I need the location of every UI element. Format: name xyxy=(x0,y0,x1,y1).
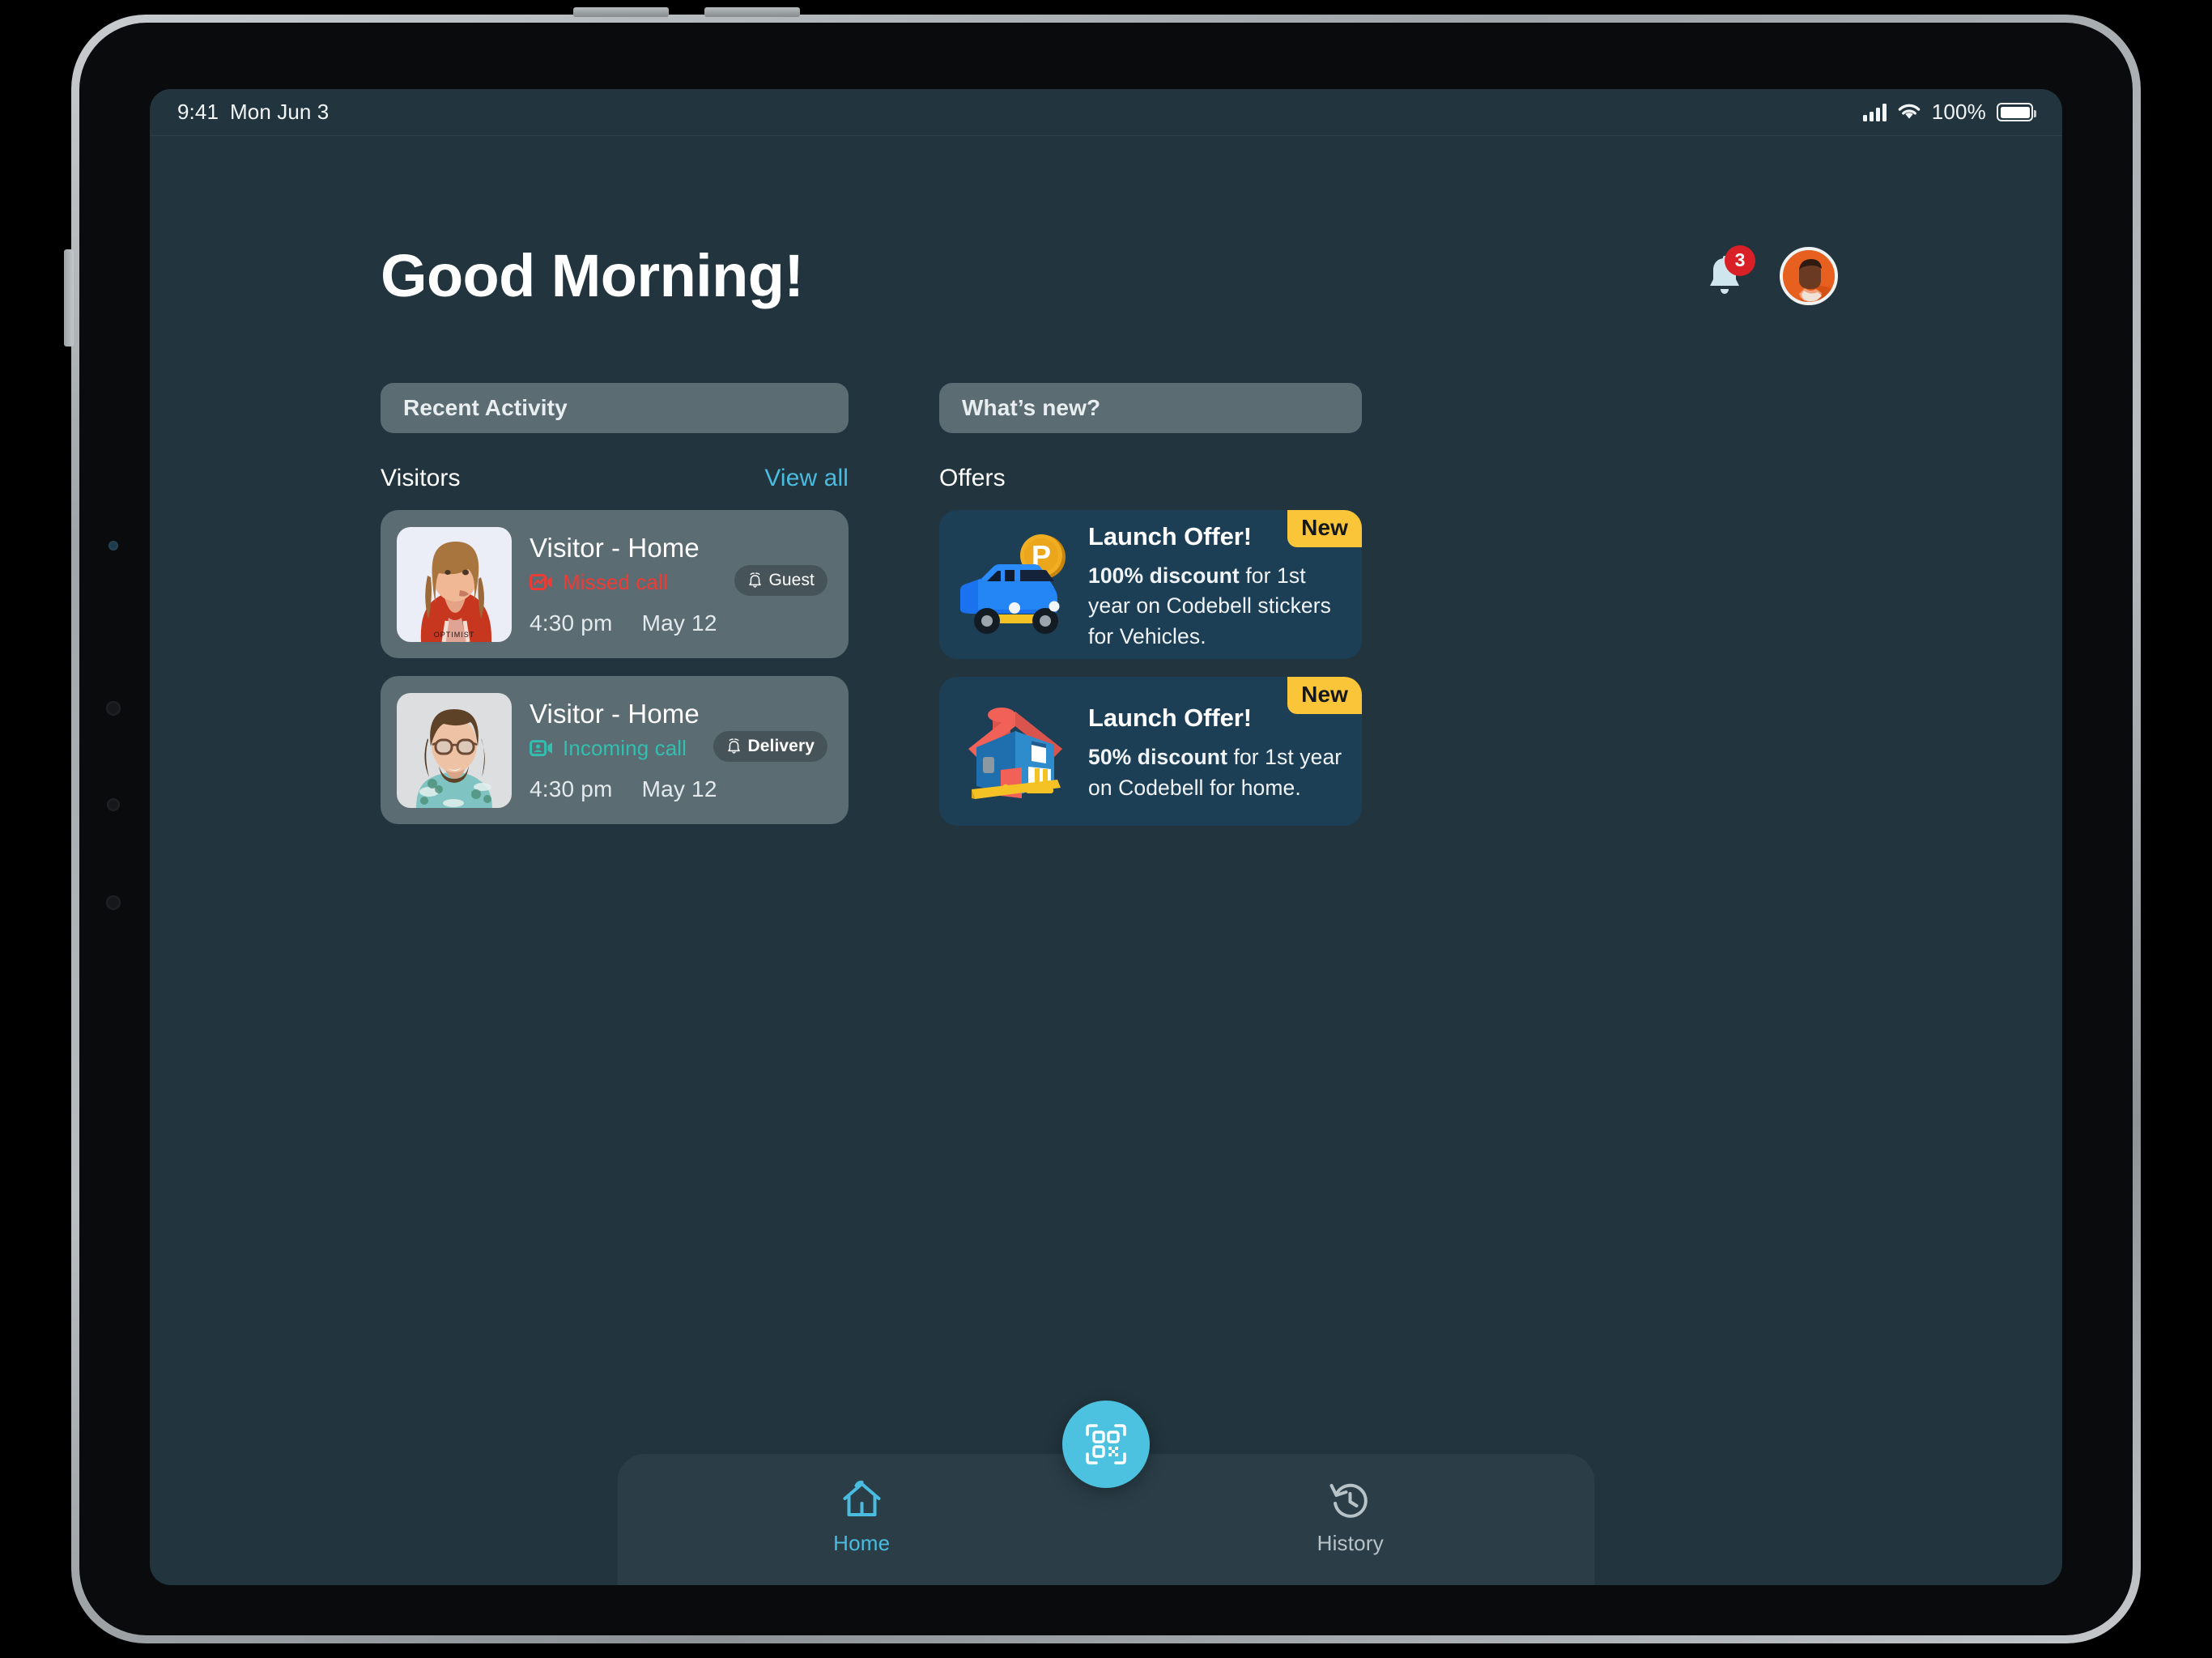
visit-date: May 12 xyxy=(641,610,717,636)
nav-label-history: History xyxy=(1317,1531,1384,1555)
section-chip-whats-new[interactable]: What’s new? xyxy=(939,383,1362,433)
tablet-device-frame: 9:41 Mon Jun 3 100% Good Morning! 3 Rece… xyxy=(64,7,2141,1643)
status-badge: Guest xyxy=(734,564,827,596)
offer-card[interactable]: New Launch Offer! 50% discount for 1st y… xyxy=(939,677,1362,826)
home-icon xyxy=(843,1480,881,1516)
status-badge: Delivery xyxy=(713,730,827,762)
offer-highlight: 100% discount xyxy=(1088,563,1240,588)
offer-text: Launch Offer! 50% discount for 1st year … xyxy=(1088,699,1344,803)
tablet-screen: 9:41 Mon Jun 3 100% Good Morning! 3 Rece… xyxy=(150,89,2062,1585)
page-title: Good Morning! xyxy=(381,242,804,309)
visitor-info: Visitor - Home Incoming call Delivery 4:… xyxy=(530,699,832,802)
ambient-sensor xyxy=(108,541,118,551)
offer-body: 50% discount for 1st year on Codebell fo… xyxy=(1088,742,1344,803)
wifi-icon xyxy=(1898,104,1920,119)
status-date: Mon Jun 3 xyxy=(230,100,330,124)
visit-time: 4:30 pm xyxy=(530,776,613,801)
visit-time: 4:30 pm xyxy=(530,610,613,636)
visitor-meta-row: 4:30 pm May 12 xyxy=(530,776,832,802)
battery-full-icon xyxy=(1997,103,2036,121)
offers-header-row: Offers xyxy=(939,465,1362,492)
list-item[interactable]: Visitor - Home Incoming call Delivery 4:… xyxy=(381,676,849,824)
whats-new-column: What’s new? Offers New P Launch Offer! 1… xyxy=(939,383,1362,826)
user-avatar-image xyxy=(1783,249,1835,302)
visitor-meta-row: 4:30 pm May 12 xyxy=(530,610,832,636)
nav-label-home: Home xyxy=(833,1531,891,1555)
volume-down-button[interactable] xyxy=(704,7,800,17)
blue-house-with-red-roof-illustration xyxy=(954,699,1077,804)
device-bezel: 9:41 Mon Jun 3 100% Good Morning! 3 Rece… xyxy=(79,23,2133,1635)
visitor-name: Visitor - Home xyxy=(530,698,700,729)
list-item[interactable]: OPTIMIST Visitor - Home Missed call Gues… xyxy=(381,510,849,658)
nav-item-home[interactable]: Home xyxy=(785,1477,938,1556)
depth-sensor xyxy=(106,895,121,910)
cellular-bars-icon xyxy=(1862,103,1887,121)
history-clock-icon xyxy=(1329,1483,1368,1518)
visitor-photo-image: OPTIMIST xyxy=(397,526,512,642)
missed-video-call-icon xyxy=(530,574,552,591)
qr-scan-button[interactable] xyxy=(1062,1401,1150,1488)
power-button[interactable] xyxy=(64,249,74,346)
volume-up-button[interactable] xyxy=(573,7,669,17)
recent-activity-column: Recent Activity Visitors View all OPTIMI… xyxy=(381,383,849,824)
new-badge: New xyxy=(1287,510,1362,547)
section-chip-recent-activity[interactable]: Recent Activity xyxy=(381,383,849,433)
status-bar-left: 9:41 Mon Jun 3 xyxy=(177,100,329,125)
header-actions: 3 xyxy=(1704,244,1838,305)
avatar[interactable] xyxy=(1780,246,1838,305)
app-content: Good Morning! 3 Recent Activity Visitors… xyxy=(150,136,2062,1585)
battery-percent-label: 100% xyxy=(1931,100,1986,124)
qr-scan-icon xyxy=(1086,1424,1126,1465)
status-bar-right: 100% xyxy=(1862,100,2036,125)
offer-highlight: 50% discount xyxy=(1088,745,1228,770)
incoming-video-call-icon xyxy=(530,740,552,757)
status-badge-label: Delivery xyxy=(747,736,815,755)
visitor-info: Visitor - Home Missed call Guest 4:30 pm… xyxy=(530,533,832,636)
header: Good Morning! 3 xyxy=(381,241,1838,310)
offer-body: 100% discount for 1st year on Codebell s… xyxy=(1088,561,1344,653)
offers-title: Offers xyxy=(939,465,1006,491)
visit-date: May 12 xyxy=(641,776,717,801)
status-badge-label: Guest xyxy=(768,570,815,589)
blue-car-with-parking-sign-illustration: P xyxy=(954,532,1077,637)
visitor-photo: OPTIMIST xyxy=(397,526,512,642)
call-status: Incoming call xyxy=(563,735,687,760)
microphone xyxy=(107,798,120,811)
status-time: 9:41 xyxy=(177,100,219,124)
visitor-photo-image xyxy=(397,692,512,808)
notifications-button[interactable]: 3 xyxy=(1704,244,1755,299)
front-camera xyxy=(106,701,121,716)
visitor-photo xyxy=(397,692,512,808)
offer-card[interactable]: New P Launch Offer! 100% discount for 1s… xyxy=(939,510,1362,659)
notification-count-badge: 3 xyxy=(1725,244,1755,276)
svg-text:OPTIMIST: OPTIMIST xyxy=(434,631,475,639)
status-bar: 9:41 Mon Jun 3 100% xyxy=(150,89,2062,136)
new-badge: New xyxy=(1287,677,1362,714)
doorbell-icon xyxy=(749,572,762,588)
visitors-title: Visitors xyxy=(381,465,461,491)
view-all-link[interactable]: View all xyxy=(764,465,849,492)
nav-item-history[interactable]: History xyxy=(1274,1477,1427,1556)
doorbell-icon xyxy=(728,738,741,754)
call-status: Missed call xyxy=(563,569,668,594)
visitors-header-row: Visitors View all xyxy=(381,465,849,492)
visitor-name: Visitor - Home xyxy=(530,532,700,563)
